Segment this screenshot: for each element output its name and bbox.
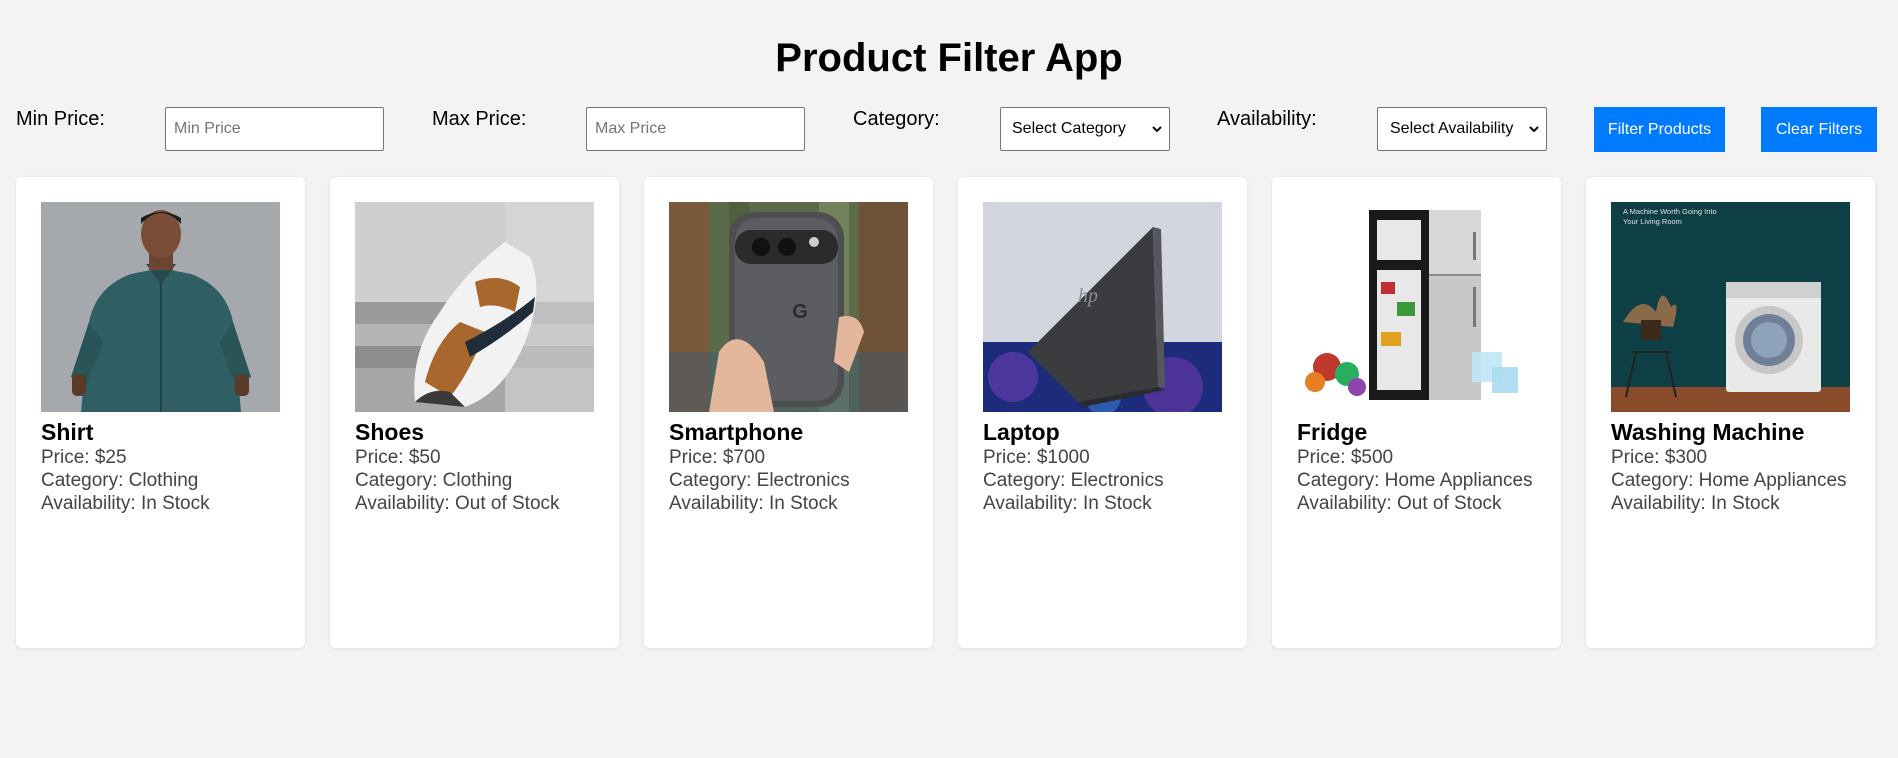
- svg-text:A Machine Worth Going Into: A Machine Worth Going Into: [1623, 207, 1717, 216]
- product-card-smartphone: G Smartphone Price: $700 Category: Elect…: [644, 177, 933, 648]
- product-category: Category: Home Appliances: [1611, 470, 1847, 491]
- product-availability: Availability: In Stock: [983, 493, 1152, 514]
- product-name: Smartphone: [669, 419, 804, 445]
- product-card-shirt: Shirt Price: $25 Category: Clothing Avai…: [16, 177, 305, 648]
- laptop-photo: hp: [983, 202, 1222, 412]
- smartphone-photo: G: [669, 202, 908, 412]
- product-price: Price: $50: [355, 447, 441, 468]
- availability-label: Availability:: [1217, 108, 1317, 130]
- product-price: Price: $25: [41, 447, 127, 468]
- product-name: Washing Machine: [1611, 419, 1805, 445]
- product-card-washing-machine: A Machine Worth Going Into Your Living R…: [1586, 177, 1875, 648]
- product-category: Category: Clothing: [41, 470, 199, 491]
- product-card-fridge: Fridge Price: $500 Category: Home Applia…: [1272, 177, 1561, 648]
- fridge-photo: [1297, 202, 1536, 412]
- shoes-photo: [355, 202, 594, 412]
- min-price-label: Min Price:: [16, 108, 105, 130]
- category-select[interactable]: Select Category: [1000, 107, 1170, 151]
- min-price-input[interactable]: [165, 107, 384, 151]
- product-card-shoes: Shoes Price: $50 Category: Clothing Avai…: [330, 177, 619, 648]
- product-price: Price: $1000: [983, 447, 1090, 468]
- product-availability: Availability: Out of Stock: [1297, 493, 1502, 514]
- category-select-value: Select Category: [1012, 120, 1126, 137]
- product-price: Price: $700: [669, 447, 766, 468]
- availability-select[interactable]: Select Availability: [1377, 107, 1547, 151]
- shirt-photo: [41, 202, 280, 412]
- clear-filters-button[interactable]: Clear Filters: [1761, 107, 1877, 152]
- washing-machine-photo: A Machine Worth Going Into Your Living R…: [1611, 202, 1850, 412]
- svg-text:G: G: [792, 301, 808, 323]
- product-availability: Availability: In Stock: [669, 493, 838, 514]
- product-category: Category: Home Appliances: [1297, 470, 1533, 491]
- product-category: Category: Electronics: [669, 470, 850, 491]
- product-name: Fridge: [1297, 419, 1368, 445]
- product-category: Category: Electronics: [983, 470, 1164, 491]
- max-price-label: Max Price:: [432, 108, 527, 130]
- product-name: Shirt: [41, 419, 94, 445]
- chevron-down-icon: [1529, 126, 1539, 133]
- product-name: Shoes: [355, 419, 425, 445]
- filter-products-button[interactable]: Filter Products: [1594, 107, 1725, 152]
- svg-text:Your Living Room: Your Living Room: [1623, 217, 1682, 226]
- product-name: Laptop: [983, 419, 1060, 445]
- product-availability: Availability: In Stock: [41, 493, 210, 514]
- product-category: Category: Clothing: [355, 470, 513, 491]
- max-price-input[interactable]: [586, 107, 805, 151]
- svg-text:hp: hp: [1078, 285, 1098, 307]
- product-price: Price: $300: [1611, 447, 1708, 468]
- availability-select-value: Select Availability: [1390, 120, 1514, 137]
- chevron-down-icon: [1152, 126, 1162, 133]
- product-card-laptop: hp Laptop Price: $1000 Category: Electro…: [958, 177, 1247, 648]
- page-title: Product Filter App: [775, 36, 1123, 80]
- product-availability: Availability: Out of Stock: [355, 493, 560, 514]
- product-availability: Availability: In Stock: [1611, 493, 1780, 514]
- category-label: Category:: [853, 108, 940, 130]
- product-price: Price: $500: [1297, 447, 1394, 468]
